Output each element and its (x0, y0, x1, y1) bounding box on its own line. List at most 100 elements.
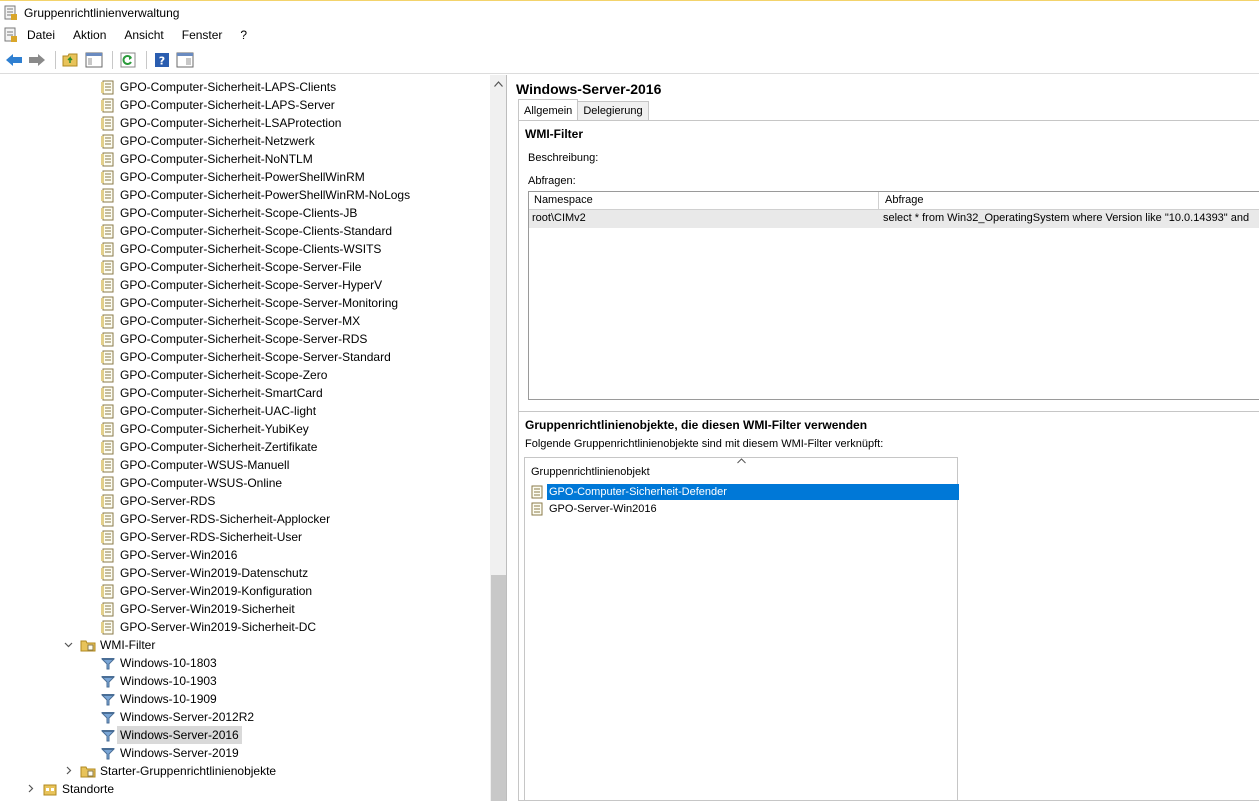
tree-node-label: GPO-Computer-Sicherheit-PowerShellWinRM-… (120, 188, 411, 202)
tree-item-gpo[interactable]: GPO-Server-RDS (0, 492, 490, 510)
pane-splitter[interactable] (518, 411, 1259, 414)
tree-item-gpo[interactable]: GPO-Computer-Sicherheit-Scope-Server-Fil… (0, 258, 490, 276)
tree-item-gpo[interactable]: GPO-Computer-Sicherheit-Scope-Server-Sta… (0, 348, 490, 366)
tree-item-gpo[interactable]: GPO-Computer-WSUS-Manuell (0, 456, 490, 474)
folder-up-button[interactable] (61, 50, 81, 70)
forward-button[interactable] (27, 50, 47, 70)
forward-icon (29, 53, 45, 66)
help-button[interactable]: ? (152, 50, 172, 70)
menu-fenster[interactable]: Fenster (173, 28, 232, 42)
gpo-icon (531, 502, 543, 516)
show-hide-tree-button[interactable] (84, 50, 104, 70)
tree-item-gpo[interactable]: GPO-Computer-Sicherheit-UAC-light (0, 402, 490, 420)
linked-gpos-header[interactable]: Gruppenrichtlinienobjekt (525, 458, 957, 482)
description-label: Beschreibung: (528, 152, 599, 164)
chevron-down-icon[interactable] (64, 640, 73, 649)
window-title: Gruppenrichtlinienverwaltung (24, 5, 180, 20)
tree-item-gpo[interactable]: GPO-Computer-Sicherheit-LAPS-Server (0, 96, 490, 114)
tab-allgemein[interactable]: Allgemein (518, 99, 579, 120)
tree-item-gpo[interactable]: GPO-Computer-Sicherheit-PowerShellWinRM (0, 168, 490, 186)
tree-item-gpo[interactable]: GPO-Server-RDS-Sicherheit-User (0, 528, 490, 546)
menu-ansicht[interactable]: Ansicht (115, 28, 172, 42)
tree-item-gpo[interactable]: GPO-Computer-Sicherheit-LSAProtection (0, 114, 490, 132)
tree-item-gpo[interactable]: GPO-Computer-Sicherheit-LAPS-Clients (0, 78, 490, 96)
menu-aktion[interactable]: Aktion (64, 28, 115, 42)
tree-item-gpo[interactable]: GPO-Server-Win2019-Konfiguration (0, 582, 490, 600)
tree-item-gpo[interactable]: GPO-Server-RDS-Sicherheit-Applocker (0, 510, 490, 528)
gpo-icon (101, 512, 114, 527)
tree-item-gpo[interactable]: GPO-Computer-Sicherheit-Scope-Server-RDS (0, 330, 490, 348)
tree-item-gpo[interactable]: GPO-Server-Win2019-Sicherheit-DC (0, 618, 490, 636)
tree-node-label: WMI-Filter (100, 638, 156, 652)
details-tabs: Allgemein Delegierung (518, 99, 649, 121)
tree-item-wmi-filter[interactable]: Windows-Server-2019 (0, 744, 490, 762)
tree-item-gpo[interactable]: GPO-Computer-Sicherheit-Scope-Server-Hyp… (0, 276, 490, 294)
menu-system-icon[interactable] (4, 27, 18, 43)
gpo-icon (101, 224, 114, 239)
tree-item-sites[interactable]: Standorte (0, 780, 490, 798)
tree-item-gpo[interactable]: GPO-Computer-Sicherheit-Scope-Clients-St… (0, 222, 490, 240)
gpo-icon (531, 485, 543, 499)
tree-node-label: GPO-Server-RDS (120, 494, 216, 508)
tree-item-wmi-filter[interactable]: Windows-10-1903 (0, 672, 490, 690)
chevron-right-icon[interactable] (26, 784, 35, 793)
tree-item-gpo[interactable]: GPO-Computer-Sicherheit-Scope-Server-MX (0, 312, 490, 330)
list-item[interactable]: GPO-Server-Win2016 (529, 501, 957, 517)
tree-item-gpo[interactable]: GPO-Computer-Sicherheit-Zertifikate (0, 438, 490, 456)
tree-scrollbar[interactable] (490, 75, 506, 801)
tree-item-gpo[interactable]: GPO-Server-Win2019-Sicherheit (0, 600, 490, 618)
tree-item-gpo[interactable]: GPO-Computer-Sicherheit-SmartCard (0, 384, 490, 402)
tree-item-wmi-filter[interactable]: Windows-10-1909 (0, 690, 490, 708)
refresh-button[interactable] (118, 50, 138, 70)
back-icon (6, 53, 22, 66)
toolbar-separator (55, 50, 56, 69)
list-item[interactable]: GPO-Computer-Sicherheit-Defender (529, 484, 959, 500)
tree-node-label: GPO-Server-Win2016 (120, 548, 238, 562)
tree-item-wmi-filter-folder[interactable]: WMI-Filter (0, 636, 490, 654)
tree-item-gpo[interactable]: GPO-Computer-Sicherheit-Scope-Zero (0, 366, 490, 384)
tree-node-label: GPO-Computer-Sicherheit-Scope-Server-MX (120, 314, 361, 328)
toolbar: ? (0, 46, 1259, 74)
linked-gpos-heading: Gruppenrichtlinienobjekte, die diesen WM… (525, 418, 868, 432)
help-icon: ? (155, 52, 169, 67)
gpo-icon (101, 422, 114, 437)
menu-help[interactable]: ? (231, 28, 256, 42)
queries-grid[interactable]: Namespace Abfrage root\CIMv2 select * fr… (528, 191, 1259, 400)
column-namespace[interactable]: Namespace (529, 192, 879, 210)
tree-node-label: GPO-Computer-WSUS-Online (120, 476, 283, 490)
tree-item-wmi-filter[interactable]: Windows-10-1803 (0, 654, 490, 672)
tree-item-gpo[interactable]: GPO-Computer-Sicherheit-Scope-Clients-JB (0, 204, 490, 222)
gpmc-app-icon (4, 5, 17, 20)
tree-item-gpo[interactable]: GPO-Server-Win2016 (0, 546, 490, 564)
chevron-right-icon[interactable] (64, 766, 73, 775)
wmi-filter-icon (100, 658, 116, 670)
tab-delegierung[interactable]: Delegierung (577, 101, 649, 120)
tree-item-gpo[interactable]: GPO-Computer-Sicherheit-PowerShellWinRM-… (0, 186, 490, 204)
back-button[interactable] (4, 50, 24, 70)
show-hide-tree-icon (85, 52, 103, 67)
scroll-up-icon[interactable] (494, 81, 503, 87)
gpo-icon (101, 620, 114, 635)
linked-gpos-list[interactable]: Gruppenrichtlinienobjekt GPO-Computer-Si… (524, 457, 959, 801)
column-abfrage[interactable]: Abfrage (880, 192, 1259, 210)
queries-grid-header: Namespace Abfrage (529, 192, 1259, 210)
gpo-icon (101, 80, 114, 95)
menu-datei[interactable]: Datei (18, 28, 64, 42)
gpo-icon (101, 260, 114, 275)
tree-item-wmi-filter[interactable]: Windows-Server-2016 (0, 726, 490, 744)
tree-item-gpo[interactable]: GPO-Computer-Sicherheit-Scope-Server-Mon… (0, 294, 490, 312)
tree-item-gpo[interactable]: GPO-Computer-WSUS-Online (0, 474, 490, 492)
tree-item-gpo[interactable]: GPO-Computer-Sicherheit-Scope-Clients-WS… (0, 240, 490, 258)
tree-item-gpo[interactable]: GPO-Computer-Sicherheit-NoNTLM (0, 150, 490, 168)
tree-item-gpo[interactable]: GPO-Computer-Sicherheit-Netzwerk (0, 132, 490, 150)
table-row[interactable]: root\CIMv2 select * from Win32_Operating… (529, 210, 1259, 228)
scrollbar-thumb[interactable] (491, 575, 506, 801)
tree-item-starter-gpos[interactable]: Starter-Gruppenrichtlinienobjekte (0, 762, 490, 780)
tree-item-gpo[interactable]: GPO-Server-Win2019-Datenschutz (0, 564, 490, 582)
tree-item-wmi-filter[interactable]: Windows-Server-2012R2 (0, 708, 490, 726)
properties-pane-button[interactable] (175, 50, 195, 70)
tree-item-gpo[interactable]: GPO-Computer-Sicherheit-YubiKey (0, 420, 490, 438)
tree-node-label: GPO-Server-RDS-Sicherheit-User (120, 530, 303, 544)
tree-node-label: Windows-Server-2019 (120, 746, 239, 760)
tree-node-label: GPO-Computer-Sicherheit-Scope-Clients-JB (120, 206, 358, 220)
